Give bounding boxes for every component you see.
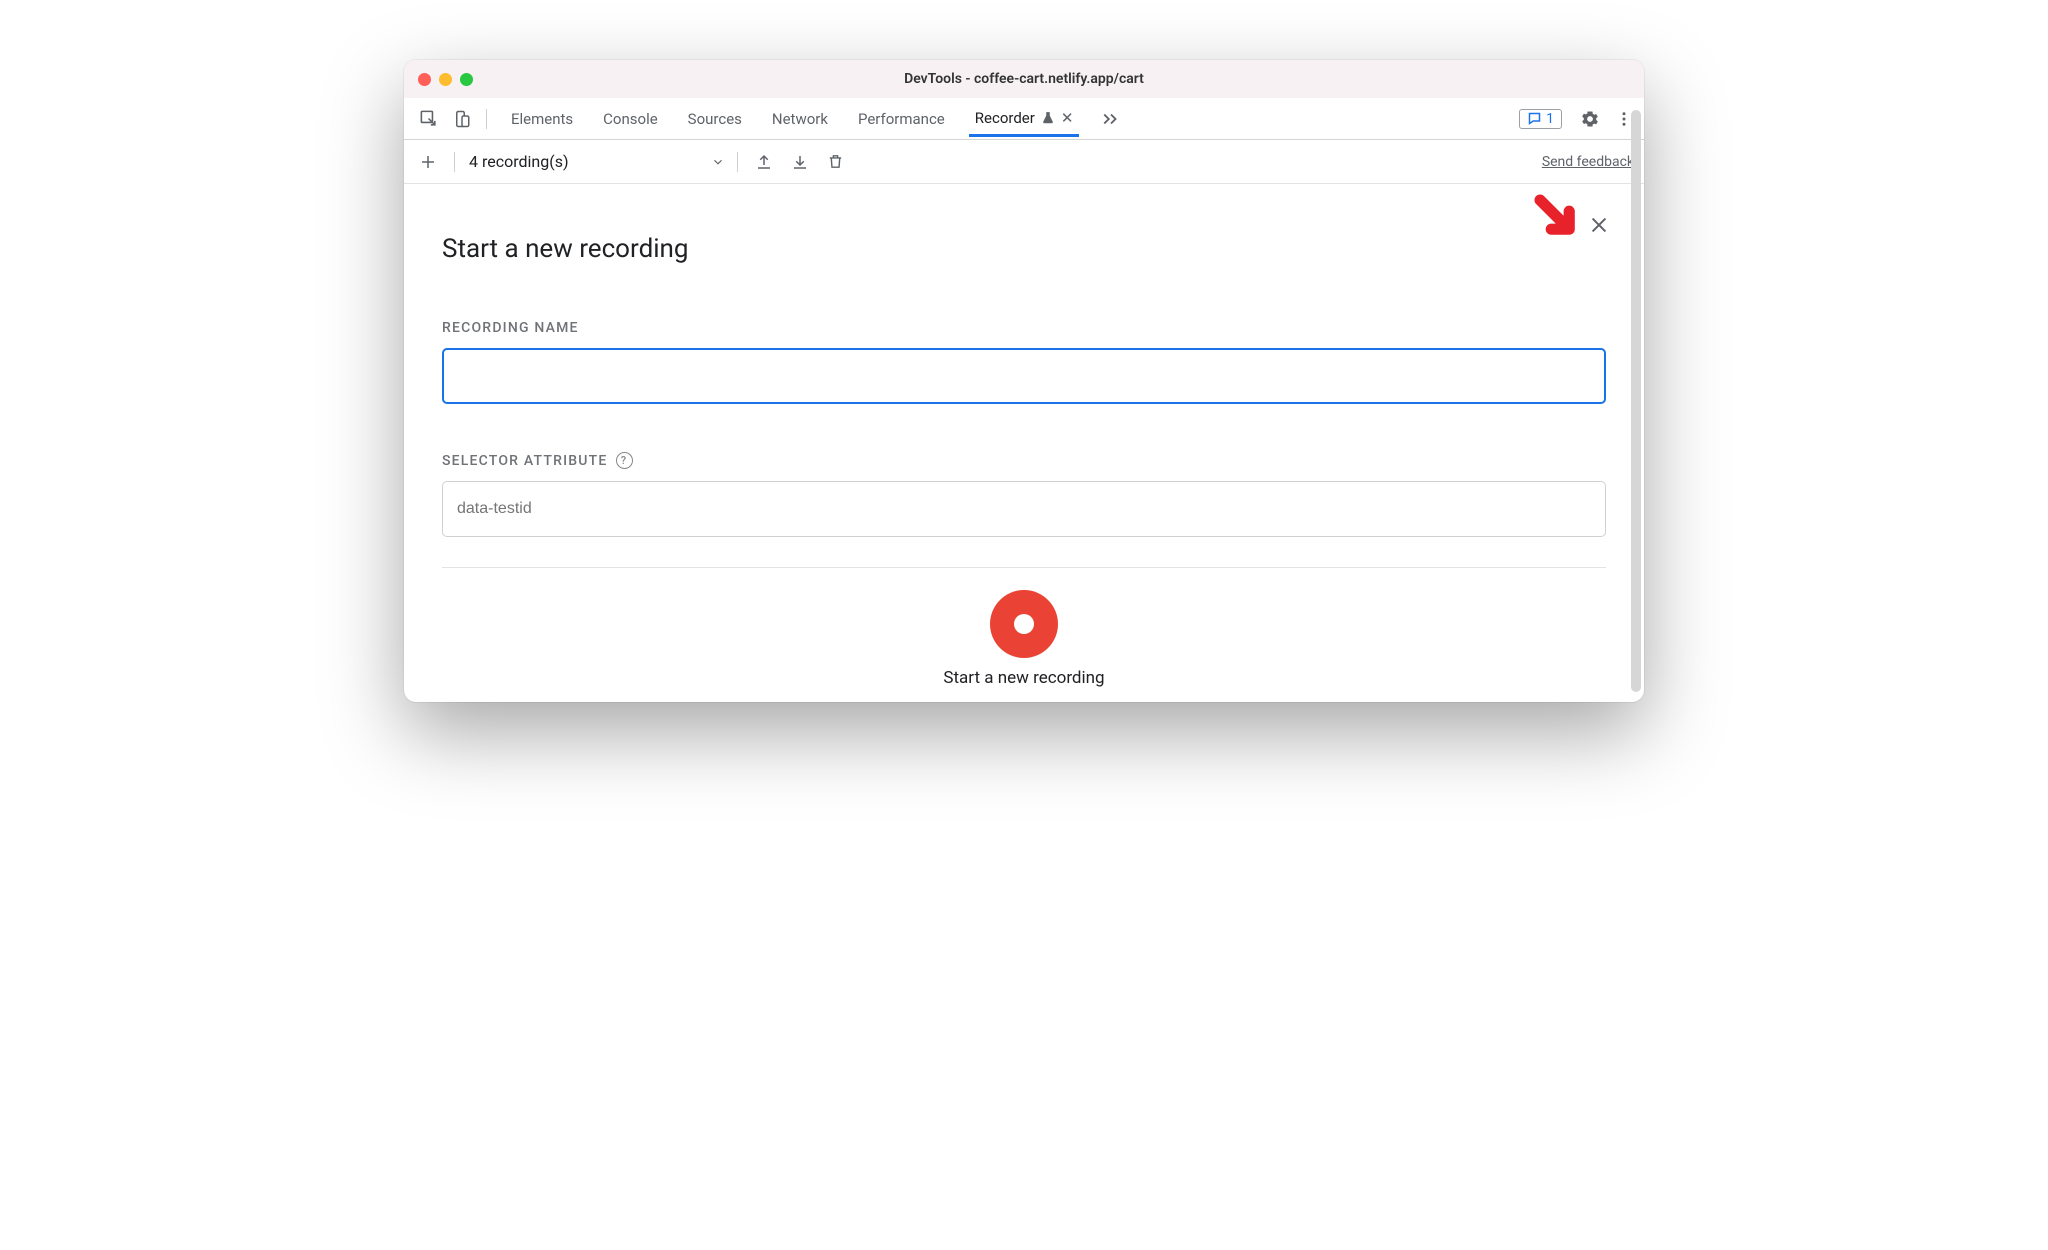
start-recording-button[interactable] xyxy=(990,590,1058,658)
tab-recorder[interactable]: Recorder ✕ xyxy=(969,100,1080,137)
window-title: DevTools - coffee-cart.netlify.app/cart xyxy=(404,71,1644,87)
device-toolbar-icon[interactable] xyxy=(448,105,476,133)
titlebar: DevTools - coffee-cart.netlify.app/cart xyxy=(404,60,1644,98)
selector-attribute-input[interactable] xyxy=(442,481,1606,537)
help-icon[interactable]: ? xyxy=(616,452,633,469)
settings-icon[interactable] xyxy=(1576,105,1604,133)
devtools-tabbar: Elements Console Sources Network Perform… xyxy=(404,98,1644,140)
separator xyxy=(454,152,455,172)
selector-attribute-label-text: SELECTOR ATTRIBUTE xyxy=(442,453,608,469)
delete-icon[interactable] xyxy=(822,148,850,176)
tab-recorder-label: Recorder xyxy=(975,109,1035,127)
recorder-toolbar: 4 recording(s) Send feedback xyxy=(404,140,1644,184)
tabs-list: Elements Console Sources Network Perform… xyxy=(505,100,1125,137)
scrollbar[interactable] xyxy=(1631,110,1641,692)
chevron-down-icon xyxy=(711,155,725,169)
recording-name-input[interactable] xyxy=(442,348,1606,404)
separator xyxy=(737,152,738,172)
tab-network[interactable]: Network xyxy=(766,101,834,137)
recording-name-field: RECORDING NAME xyxy=(442,320,1606,404)
send-feedback-link[interactable]: Send feedback xyxy=(1542,154,1634,170)
close-panel-button[interactable] xyxy=(1588,214,1610,236)
tab-elements[interactable]: Elements xyxy=(505,101,579,137)
recordings-count-label: 4 recording(s) xyxy=(469,152,569,171)
recording-name-label: RECORDING NAME xyxy=(442,320,1606,336)
record-icon xyxy=(1014,614,1034,634)
recordings-dropdown[interactable]: 4 recording(s) xyxy=(469,152,725,171)
start-recording-label: Start a new recording xyxy=(442,668,1606,688)
issues-badge[interactable]: 1 xyxy=(1519,109,1562,129)
inspect-element-icon[interactable] xyxy=(414,105,442,133)
panel-footer: Start a new recording xyxy=(442,567,1606,702)
new-recording-icon[interactable] xyxy=(414,148,442,176)
recorder-panel: Start a new recording RECORDING NAME SEL… xyxy=(404,184,1644,702)
tab-sources[interactable]: Sources xyxy=(682,101,748,137)
tab-performance[interactable]: Performance xyxy=(852,101,951,137)
devtools-window: DevTools - coffee-cart.netlify.app/cart … xyxy=(404,60,1644,702)
beaker-icon xyxy=(1041,111,1055,125)
tab-console[interactable]: Console xyxy=(597,101,664,137)
issues-count: 1 xyxy=(1546,111,1554,127)
selector-attribute-field: SELECTOR ATTRIBUTE ? xyxy=(442,452,1606,537)
export-icon[interactable] xyxy=(750,148,778,176)
panel-title: Start a new recording xyxy=(442,234,1606,264)
import-icon[interactable] xyxy=(786,148,814,176)
selector-attribute-label: SELECTOR ATTRIBUTE ? xyxy=(442,452,1606,469)
close-tab-icon[interactable]: ✕ xyxy=(1061,109,1074,127)
separator xyxy=(486,109,487,129)
more-tabs-icon[interactable] xyxy=(1097,105,1125,133)
